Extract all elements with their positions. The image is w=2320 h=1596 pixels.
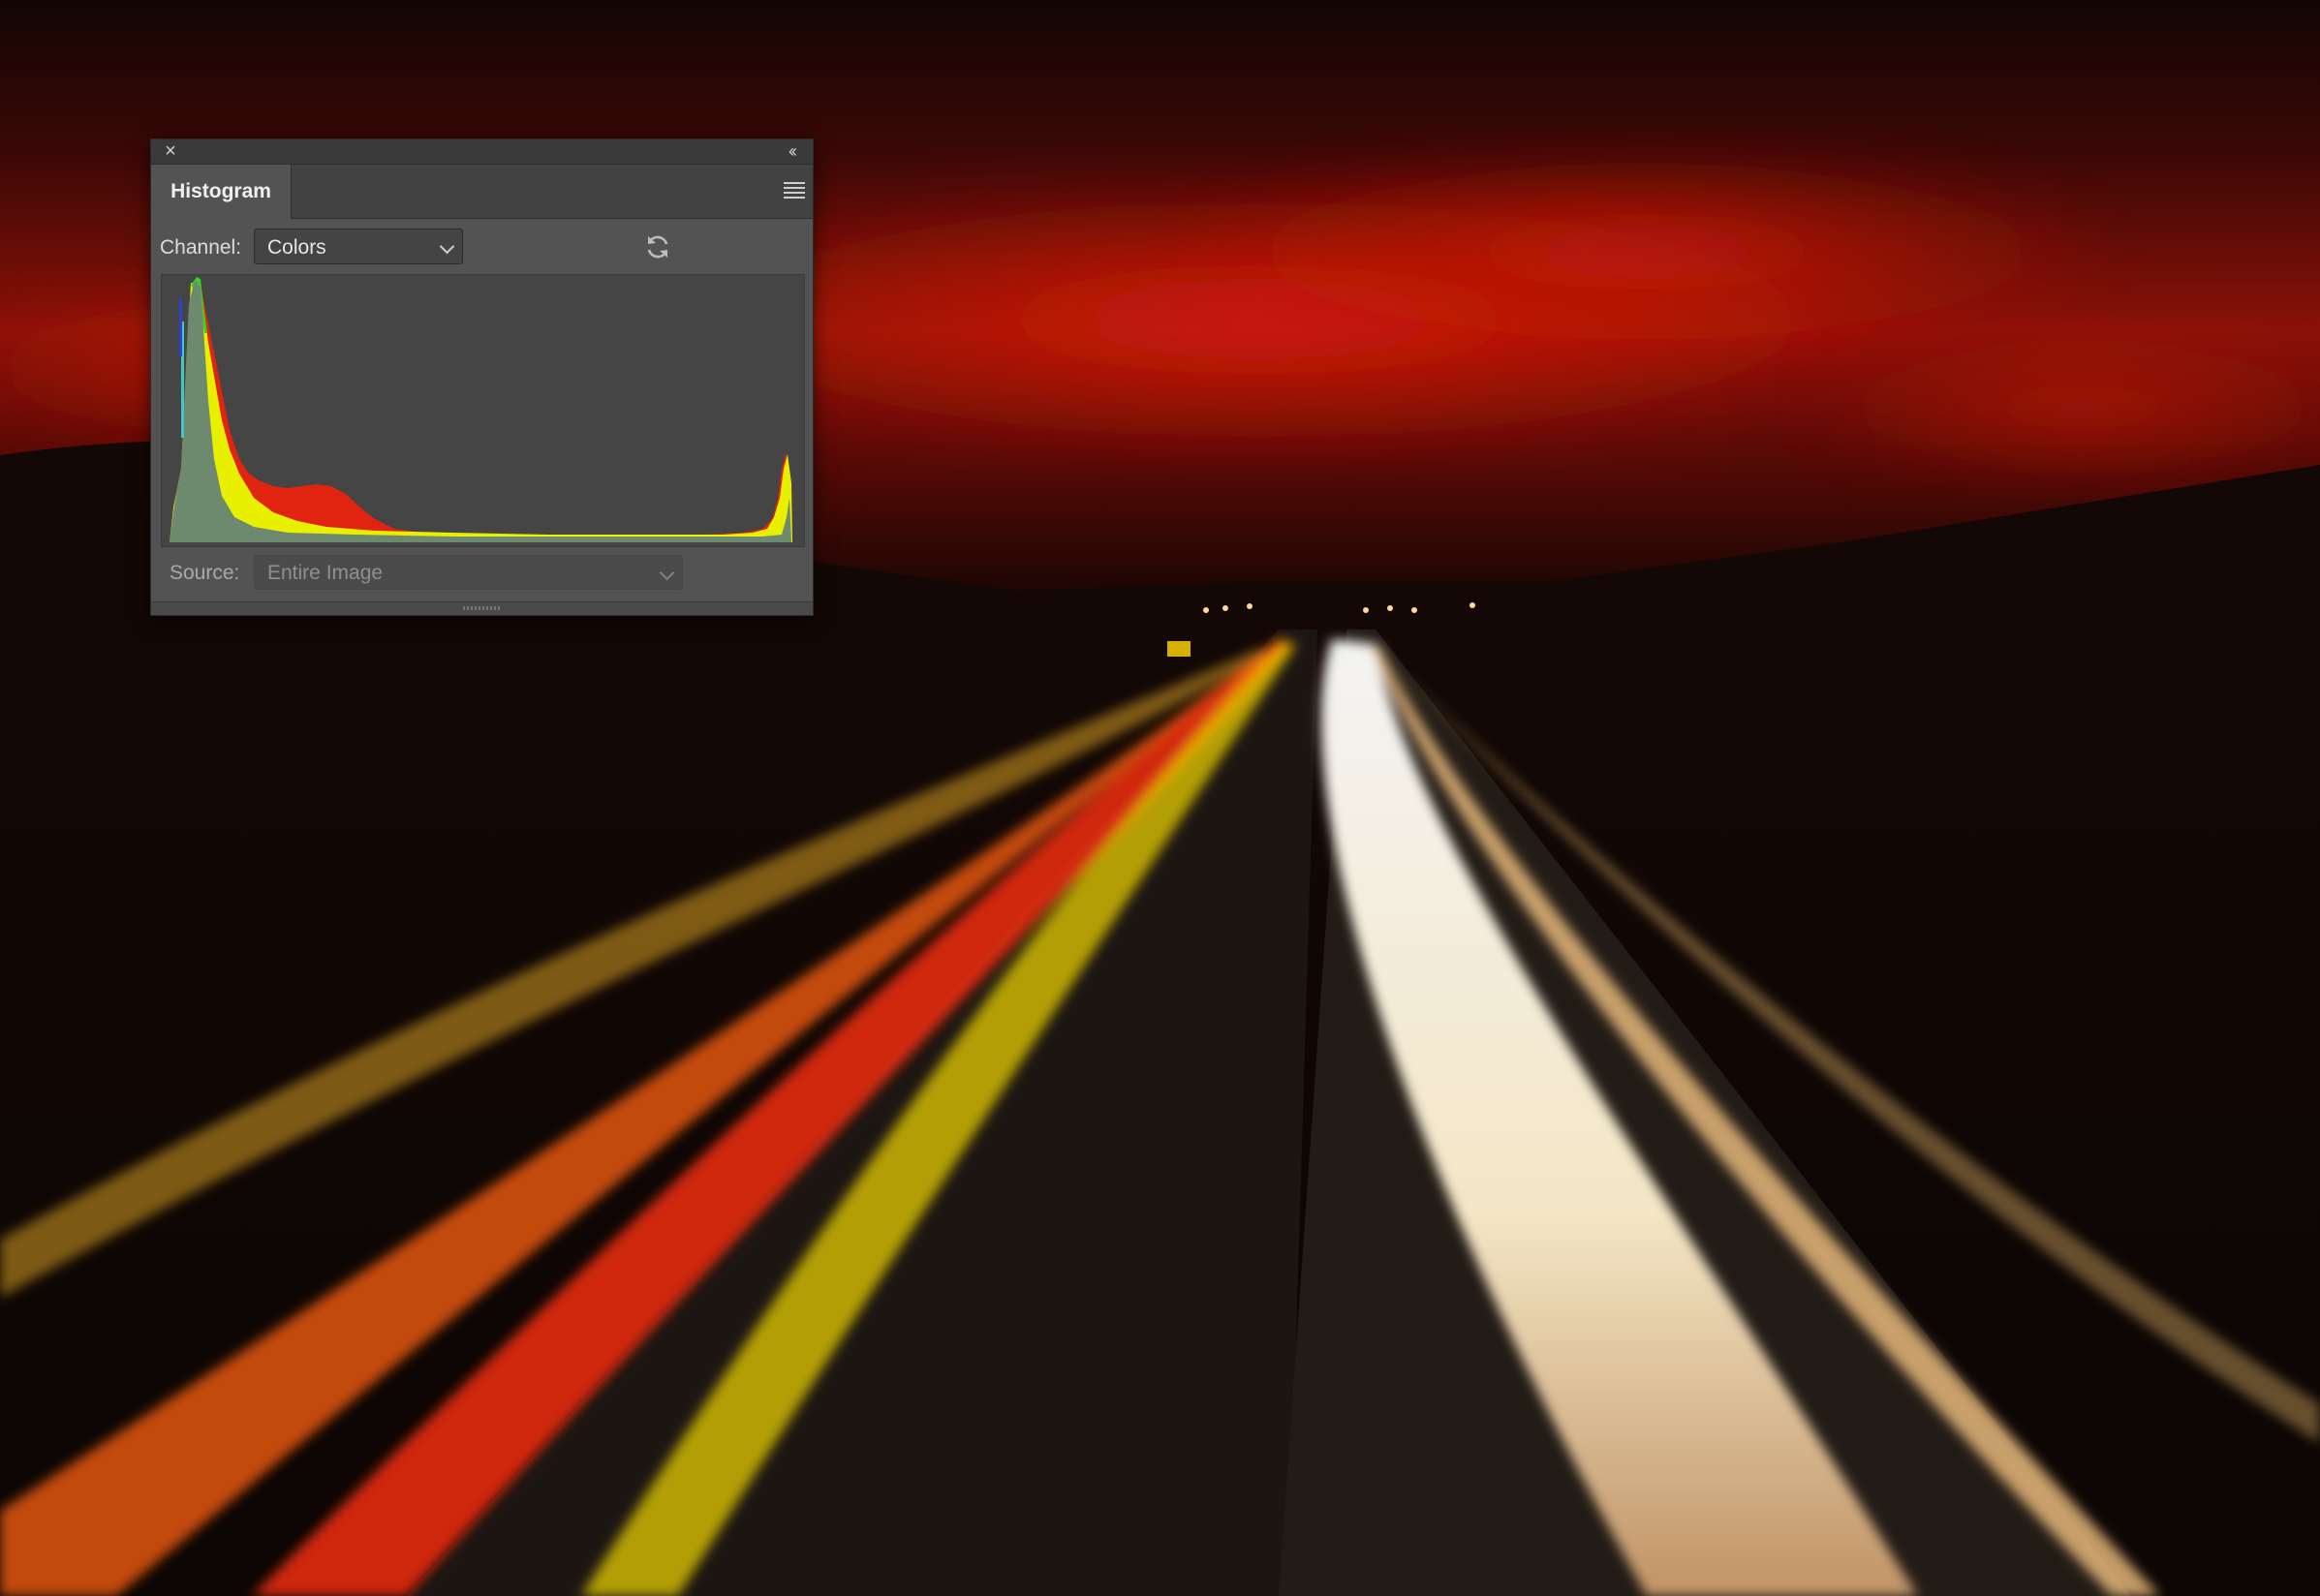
source-dropdown[interactable]: Entire Image — [254, 555, 683, 590]
panel-title-bar[interactable]: × ‹‹ — [151, 139, 813, 165]
histogram-graph — [161, 274, 805, 547]
collapse-icon[interactable]: ‹‹ — [780, 141, 803, 161]
close-icon[interactable]: × — [161, 141, 180, 161]
histogram-blue-spike — [179, 298, 182, 356]
chevron-down-icon — [439, 238, 455, 255]
chevron-down-icon — [659, 565, 675, 581]
panel-resize-grip[interactable] — [151, 601, 813, 615]
refresh-icon[interactable] — [643, 232, 672, 261]
tab-histogram[interactable]: Histogram — [151, 165, 292, 219]
panel-menu-icon[interactable] — [784, 182, 805, 201]
histogram-plot — [162, 275, 804, 546]
source-selected-value: Entire Image — [267, 562, 384, 584]
channel-selected-value: Colors — [267, 236, 326, 259]
channel-label: Channel: — [160, 236, 242, 259]
panel-tab-bar: Histogram — [151, 165, 813, 219]
channel-dropdown[interactable]: Colors — [254, 229, 463, 264]
source-label: Source: — [170, 562, 240, 584]
histogram-panel: × ‹‹ Histogram Channel: Colors Source: E… — [150, 138, 814, 616]
